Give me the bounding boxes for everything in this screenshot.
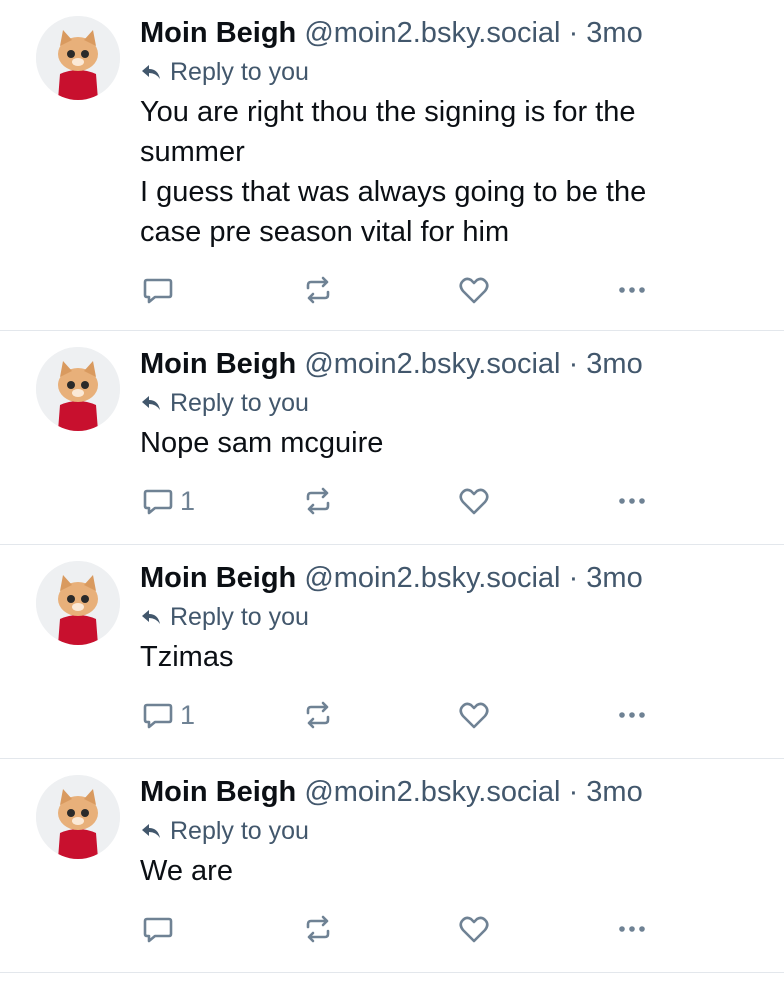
post-header: Moin Beigh @moin2.bsky.social · 3mo [140,345,764,383]
separator: · [568,348,579,380]
reply-arrow-icon [142,65,160,79]
feed: Moin Beigh @moin2.bsky.social · 3mo Repl… [0,0,784,1000]
post-text-line: summer [140,136,245,168]
post[interactable]: Moin Beigh @moin2.bsky.social · 3mo Repl… [0,331,784,545]
post-time[interactable]: 3mo [586,348,642,380]
reply-arrow-icon [142,824,160,838]
like-button[interactable] [456,697,614,733]
more-icon [619,287,645,293]
post-text: You are right thou the signing is for th… [140,92,764,252]
more-icon [619,712,645,718]
post-text-line: I guess that was always going to be the [140,176,647,208]
heart-icon [459,488,489,515]
reply-button[interactable] [140,911,300,947]
post[interactable]: Moin Beigh @moin2.bsky.social · 3mo Repl… [0,545,784,759]
post[interactable]: Moin Beigh @moin2.bsky.social · 3mo Repl… [0,0,784,331]
repost-button[interactable] [300,911,456,947]
heart-icon [459,916,489,943]
author-handle[interactable]: @moin2.bsky.social [304,776,560,808]
like-button[interactable] [456,272,614,308]
cat-avatar-image [36,561,120,645]
repost-icon [306,915,330,943]
reply-label: Reply to you [170,389,309,417]
repost-icon [306,276,330,304]
post-text-line: case pre season vital for him [140,216,510,248]
cat-avatar-image [36,16,120,100]
post-text-line: Tzimas [140,641,234,673]
post-actions [140,907,764,951]
like-button[interactable] [456,911,614,947]
like-button[interactable] [456,483,614,519]
reply-label: Reply to you [170,603,309,631]
more-options-button[interactable] [614,483,654,519]
post-header: Moin Beigh @moin2.bsky.social · 3mo [140,773,764,811]
reply-arrow-icon [142,396,160,410]
post-time[interactable]: 3mo [586,776,642,808]
author-name[interactable]: Moin Beigh [140,348,296,380]
cat-avatar-image [36,347,120,431]
avatar[interactable] [36,775,120,859]
more-options-button[interactable] [614,272,654,308]
post-text-line: We are [140,855,233,887]
post-time[interactable]: 3mo [586,562,642,594]
reply-arrow-icon [142,610,160,624]
repost-icon [306,701,330,729]
post-header: Moin Beigh @moin2.bsky.social · 3mo [140,14,764,52]
separator: · [568,562,579,594]
avatar[interactable] [36,16,120,100]
post-text-line: Nope sam mcguire [140,427,384,459]
author-handle[interactable]: @moin2.bsky.social [304,17,560,49]
post-header: Moin Beigh @moin2.bsky.social · 3mo [140,559,764,597]
reply-count: 1 [180,699,196,730]
repost-icon [306,487,330,515]
reply-label: Reply to you [170,58,309,86]
separator: · [568,776,579,808]
reply-button[interactable]: 1 [140,483,300,519]
more-options-button[interactable] [614,697,654,733]
reply-icon [143,703,173,729]
post-actions: 1 [140,693,764,737]
post-actions: 1 [140,479,764,523]
reply-icon [143,917,173,943]
reply-indicator: Reply to you [140,54,764,90]
reply-button[interactable]: 1 [140,697,300,733]
post-text: Tzimas [140,637,764,677]
post-text: We are [140,851,764,891]
author-name[interactable]: Moin Beigh [140,17,296,49]
repost-button[interactable] [300,697,456,733]
reply-icon [143,489,173,515]
author-handle[interactable]: @moin2.bsky.social [304,562,560,594]
avatar[interactable] [36,347,120,431]
author-handle[interactable]: @moin2.bsky.social [304,348,560,380]
reply-indicator: Reply to you [140,385,764,421]
cat-avatar-image [36,775,120,859]
avatar[interactable] [36,561,120,645]
reply-button[interactable] [140,272,300,308]
author-name[interactable]: Moin Beigh [140,776,296,808]
more-options-button[interactable] [614,911,654,947]
heart-icon [459,702,489,729]
reply-icon [143,278,173,304]
post-actions [140,268,764,312]
author-name[interactable]: Moin Beigh [140,562,296,594]
repost-button[interactable] [300,272,456,308]
post-text-line: You are right thou the signing is for th… [140,96,636,128]
reply-indicator: Reply to you [140,813,764,849]
reply-indicator: Reply to you [140,599,764,635]
reply-count: 1 [180,485,196,516]
more-icon [619,926,645,932]
repost-button[interactable] [300,483,456,519]
more-icon [619,498,645,504]
reply-label: Reply to you [170,817,309,845]
post-text: Nope sam mcguire [140,423,764,463]
post[interactable]: Moin Beigh @moin2.bsky.social · 3mo Repl… [0,759,784,973]
separator: · [568,17,579,49]
heart-icon [459,277,489,304]
post-time[interactable]: 3mo [586,17,642,49]
